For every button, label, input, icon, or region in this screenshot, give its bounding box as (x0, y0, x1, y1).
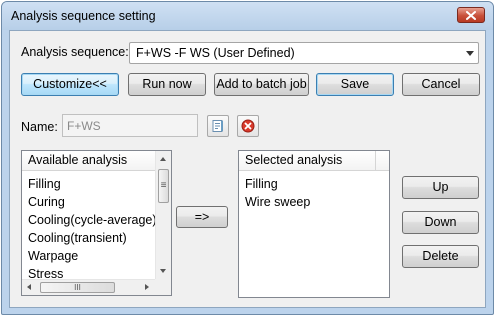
name-field[interactable] (62, 114, 198, 137)
add-to-batch-button[interactable]: Add to batch job (214, 73, 309, 96)
close-button[interactable] (457, 7, 485, 23)
delete-name-button[interactable] (237, 115, 259, 137)
dialog-window: Analysis sequence setting Analysis seque… (1, 1, 494, 315)
move-down-button[interactable]: Down (402, 211, 479, 234)
horizontal-scroll-thumb[interactable]: III (40, 282, 115, 293)
scroll-left-icon[interactable] (27, 284, 31, 290)
run-now-button[interactable]: Run now (128, 73, 206, 96)
cancel-button[interactable]: Cancel (402, 73, 480, 96)
delete-icon (241, 119, 255, 133)
move-up-button[interactable]: Up (402, 176, 479, 199)
name-label: Name: (21, 120, 58, 134)
close-icon (466, 10, 476, 20)
list-item[interactable]: Cooling(transient) (28, 231, 127, 245)
title-bar[interactable]: Analysis sequence setting (2, 2, 493, 30)
analysis-sequence-value: F+WS -F WS (User Defined) (136, 46, 295, 60)
analysis-sequence-dropdown[interactable]: F+WS -F WS (User Defined) (129, 42, 479, 64)
analysis-sequence-label: Analysis sequence: (21, 45, 129, 59)
list-item[interactable]: Filling (245, 177, 278, 191)
save-button[interactable]: Save (316, 73, 394, 96)
rename-button[interactable] (207, 115, 229, 137)
vertical-scrollbar[interactable]: ≡ (155, 151, 171, 279)
delete-analysis-button[interactable]: Delete (402, 245, 479, 268)
vertical-scroll-thumb[interactable]: ≡ (158, 169, 169, 203)
scroll-up-icon[interactable] (160, 157, 166, 161)
available-analysis-list[interactable]: Available analysis Filling Curing Coolin… (21, 150, 172, 296)
header-filler (376, 151, 389, 171)
list-item[interactable]: Warpage (28, 249, 78, 263)
rename-icon (212, 120, 223, 132)
scroll-right-icon[interactable] (145, 284, 149, 290)
available-analysis-header: Available analysis (22, 151, 156, 171)
list-item[interactable]: Cooling(cycle-average) (28, 213, 157, 227)
list-item[interactable]: Wire sweep (245, 195, 310, 209)
add-analysis-button[interactable]: => (176, 206, 228, 228)
list-item[interactable]: Curing (28, 195, 65, 209)
name-input[interactable] (65, 117, 197, 134)
list-item[interactable]: Filling (28, 177, 61, 191)
scroll-corner (155, 279, 171, 295)
customize-button[interactable]: Customize<< (21, 73, 119, 96)
dialog-body: Analysis sequence: F+WS -F WS (User Defi… (9, 30, 486, 308)
scroll-down-icon[interactable] (160, 269, 166, 273)
horizontal-scrollbar[interactable]: III (22, 279, 155, 295)
chevron-down-icon (466, 51, 474, 56)
selected-analysis-list[interactable]: Selected analysis Filling Wire sweep (238, 150, 390, 298)
window-title: Analysis sequence setting (11, 9, 156, 23)
selected-analysis-header: Selected analysis (239, 151, 376, 171)
